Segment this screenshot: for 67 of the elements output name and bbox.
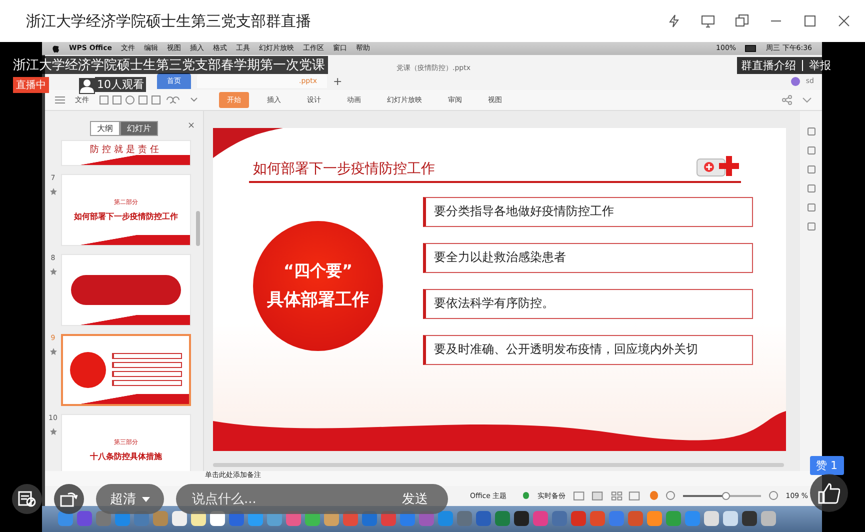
- zoom-slider[interactable]: [683, 494, 761, 497]
- star-icon[interactable]: [50, 268, 56, 275]
- dock-app-icon[interactable]: [761, 511, 776, 526]
- viewer-count: 10人观看: [95, 77, 146, 92]
- star-icon[interactable]: [50, 348, 56, 355]
- screen-share-icon[interactable]: [701, 14, 715, 28]
- circle-text: 具体部署工作: [267, 288, 369, 311]
- thumbnail-text-bar: [112, 362, 182, 368]
- new-tab-button[interactable]: +: [333, 74, 342, 88]
- medical-kit-icon: [696, 154, 740, 178]
- stream-title: 浙江大学经济学院硕士生第三党支部春学期第一次党课: [10, 56, 328, 74]
- scrollbar[interactable]: [196, 210, 200, 246]
- thumbs-up-icon: [818, 482, 840, 504]
- quality-button[interactable]: 超清: [96, 484, 164, 514]
- thumbnail-text-bar: [112, 371, 182, 378]
- star-icon[interactable]: [50, 428, 56, 435]
- window-title: 浙江大学经济学院硕士生第三党支部群直播: [26, 12, 311, 30]
- live-badge: 直播中: [13, 77, 49, 93]
- thumbnail-circle: [70, 352, 106, 388]
- star-icon[interactable]: [50, 188, 56, 195]
- rotate-icon: [60, 491, 78, 507]
- view-mode-icons[interactable]: [573, 490, 642, 501]
- chevron-down-icon[interactable]: [802, 96, 812, 103]
- view-toggle-tab[interactable]: 幻灯片: [120, 120, 158, 136]
- slide-thumbnail[interactable]: [61, 334, 191, 406]
- avatar-icon[interactable]: [790, 76, 800, 86]
- play-icon[interactable]: [650, 491, 658, 500]
- lightning-icon[interactable]: [667, 14, 681, 28]
- backup-dot-icon: [522, 492, 530, 500]
- dock-app-icon[interactable]: [742, 511, 757, 526]
- thumbnail-text-bar: [112, 353, 182, 360]
- like-count-badge: 赞 1: [810, 456, 844, 475]
- report-link[interactable]: 举报: [809, 58, 831, 73]
- menu-icon[interactable]: [55, 96, 65, 104]
- view-toggle-tab[interactable]: 大纲: [90, 120, 120, 136]
- dock-app-icon[interactable]: [723, 511, 738, 526]
- dock-app-icon[interactable]: [172, 511, 187, 526]
- panel-close-button[interactable]: ×: [187, 120, 195, 131]
- circle-text: “四个要”: [283, 260, 353, 282]
- document-off-icon: [18, 491, 36, 507]
- thumbnail-text: 防控就是责任: [90, 144, 162, 156]
- copy-icon[interactable]: [735, 14, 749, 28]
- point-text: 要分类指导各地做好疫情防控工作: [434, 203, 614, 220]
- flag-drawing: [213, 128, 283, 158]
- zoom-in-icon[interactable]: [768, 491, 778, 500]
- dock-app-icon[interactable]: [514, 511, 529, 526]
- thumbnail-text-bar: [112, 380, 182, 386]
- point-text: 要及时准确、公开透明发布疫情，回应境内外关切: [434, 341, 698, 358]
- battery-icon[interactable]: [745, 44, 758, 52]
- share-icon[interactable]: [782, 94, 792, 105]
- point-text: 要依法科学有序防控。: [434, 295, 554, 312]
- stream-info-link[interactable]: 群直播介绍: [741, 58, 796, 73]
- comment-field[interactable]: 说点什么... 发送: [176, 484, 448, 514]
- slide-thumbnail[interactable]: 防控就是责任: [61, 140, 191, 166]
- maximize-icon[interactable]: [803, 14, 817, 28]
- apple-icon[interactable]: [52, 44, 60, 53]
- thumbnail-text: 如何部署下一步疫情防控工作: [74, 210, 178, 222]
- point-text: 要全力以赴救治感染患者: [434, 249, 566, 266]
- send-button[interactable]: 发送: [396, 489, 434, 509]
- zoom-slider-thumb[interactable]: [722, 492, 730, 500]
- scrollbar[interactable]: [213, 462, 784, 467]
- slide-title: 如何部署下一步疫情防控工作: [253, 160, 435, 178]
- dock-app-icon[interactable]: [704, 511, 719, 526]
- thumbnail-text: 十八条防控具体措施: [90, 450, 162, 462]
- caret-icon: [142, 496, 150, 502]
- close-icon[interactable]: [837, 14, 851, 28]
- zoom-out-icon[interactable]: [666, 491, 676, 500]
